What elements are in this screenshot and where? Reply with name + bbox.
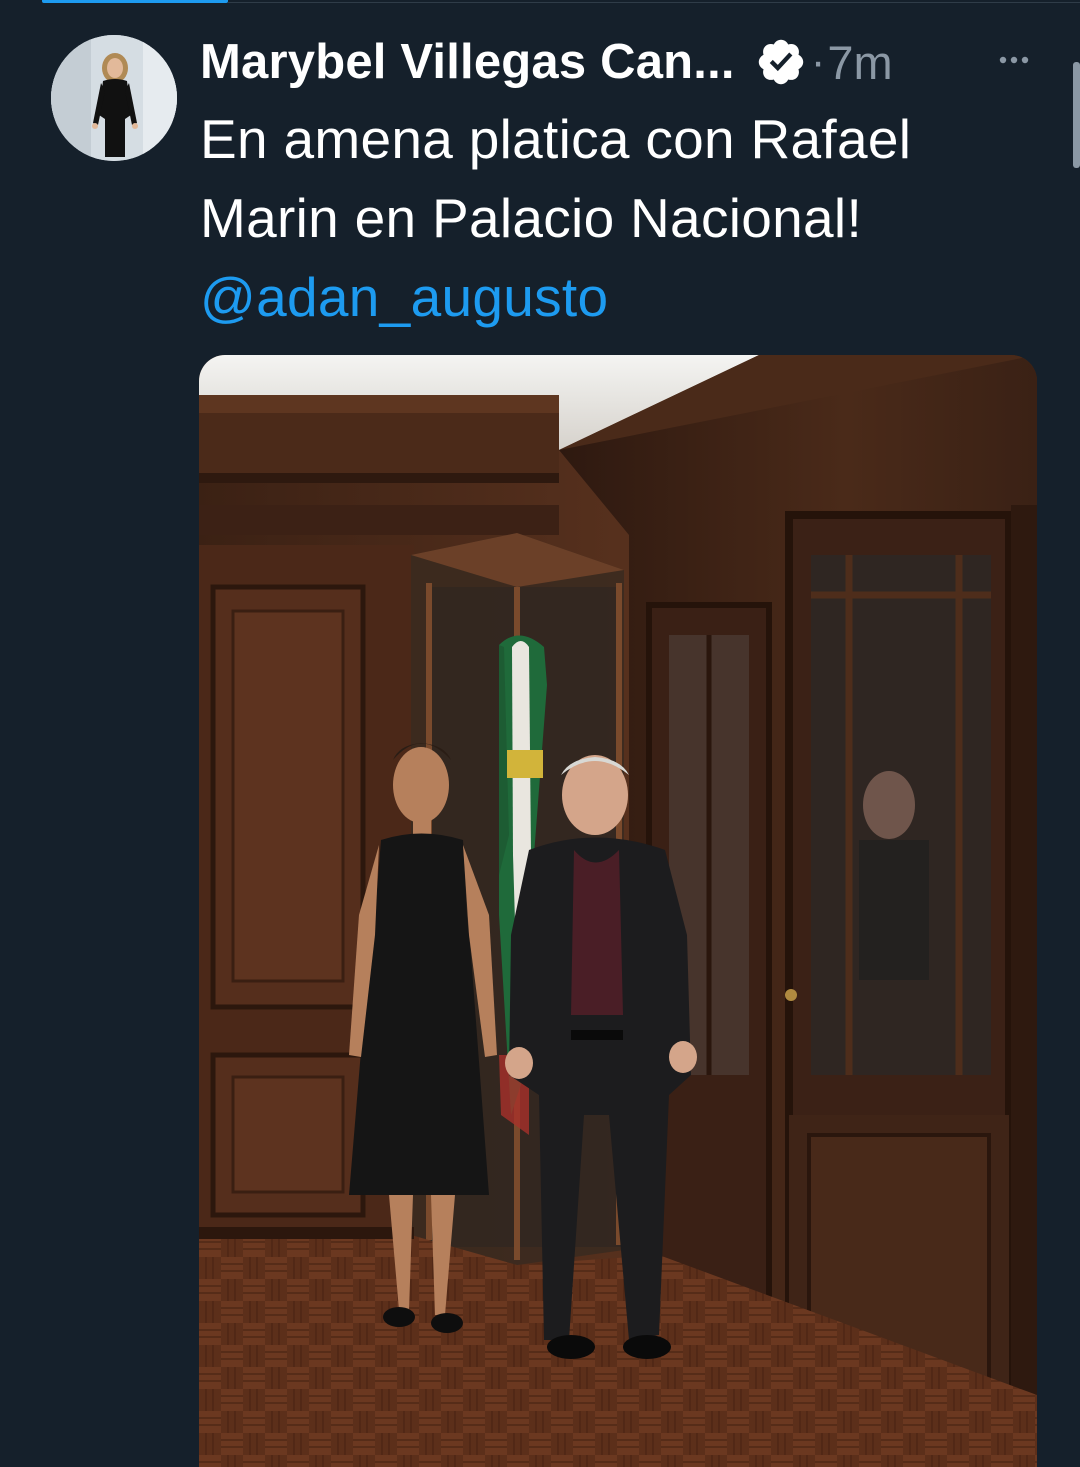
verified-badge-icon (755, 36, 807, 88)
tweet-text-line: Marin en Palacio Nacional! (200, 187, 863, 249)
tweet-photo[interactable] (199, 355, 1037, 1467)
tweet-text: En amena platica con Rafael Marin en Pal… (200, 100, 1060, 337)
tweet-text-line: En amena platica con Rafael (200, 108, 912, 170)
tab-indicator (42, 0, 228, 3)
avatar-photo (51, 35, 177, 161)
more-horizontal-icon[interactable] (994, 40, 1034, 80)
tweet-timestamp[interactable]: 7m (827, 35, 892, 90)
tweet-header: Marybel Villegas Can... · 7m (200, 30, 1040, 94)
mention-link[interactable]: @adan_augusto (200, 258, 1060, 337)
scrollbar-thumb[interactable] (1073, 62, 1080, 168)
divider (228, 2, 1080, 3)
separator-dot: · (810, 37, 826, 86)
author-display-name[interactable]: Marybel Villegas Can... (200, 34, 735, 90)
photo-scene (199, 355, 1037, 1467)
author-avatar[interactable] (51, 35, 177, 161)
